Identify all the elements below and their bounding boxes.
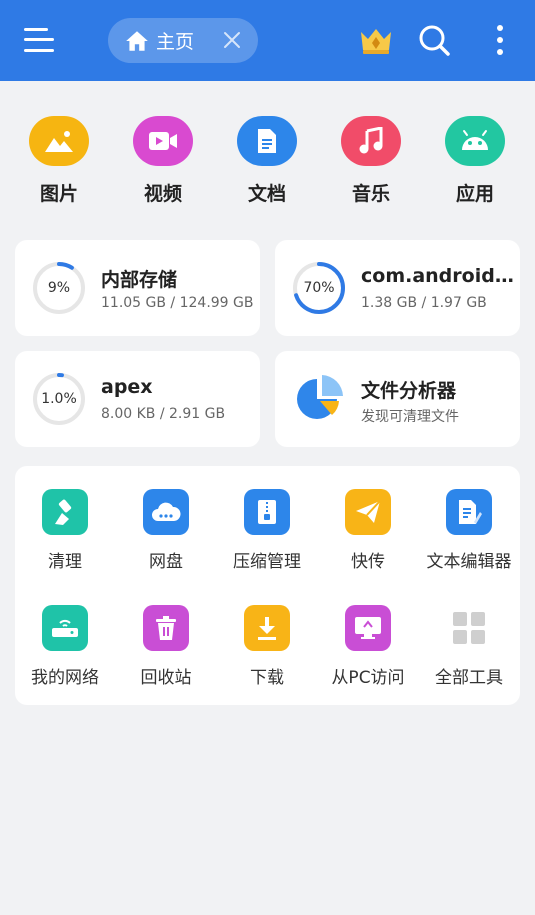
tool-label: 清理	[48, 552, 82, 572]
storage-title: com.android.me...	[361, 265, 517, 287]
send-icon	[345, 489, 391, 535]
tool-all-tools[interactable]: 全部工具	[414, 605, 524, 688]
tool-clean[interactable]: 清理	[10, 489, 120, 572]
zip-icon	[244, 489, 290, 535]
storage-size: 11.05 GB / 124.99 GB	[101, 295, 254, 311]
download-icon	[244, 605, 290, 651]
storage-size: 8.00 KB / 2.91 GB	[101, 406, 226, 422]
storage-title: 内部存储	[101, 269, 178, 291]
menu-icon[interactable]	[24, 25, 58, 55]
tool-label: 压缩管理	[233, 552, 301, 572]
tool-label: 从PC访问	[331, 668, 405, 688]
category-label: 应用	[455, 183, 494, 205]
trash-icon	[143, 605, 189, 651]
category-apps[interactable]: 应用	[430, 112, 520, 206]
category-images[interactable]: 图片	[14, 112, 104, 206]
tool-pc-access[interactable]: 从PC访问	[313, 605, 423, 688]
category-label: 图片	[39, 183, 78, 205]
storage-percent: 70%	[303, 280, 335, 296]
tool-download[interactable]: 下载	[212, 605, 322, 688]
tool-label: 全部工具	[435, 668, 503, 688]
video-icon	[133, 116, 193, 166]
router-icon	[42, 605, 88, 651]
broom-icon	[42, 489, 88, 535]
search-icon[interactable]	[414, 20, 454, 60]
tool-label: 网盘	[149, 552, 183, 572]
storage-size: 1.38 GB / 1.97 GB	[361, 295, 487, 311]
tool-label: 下载	[250, 668, 284, 688]
tool-label: 快传	[351, 552, 385, 572]
category-documents[interactable]: 文档	[222, 112, 312, 206]
text-editor-icon	[446, 489, 492, 535]
storage-percent: 9%	[47, 280, 71, 296]
image-icon	[29, 116, 89, 166]
pie-chart-icon	[297, 375, 343, 419]
category-music[interactable]: 音乐	[326, 112, 416, 206]
tool-recycle-bin[interactable]: 回收站	[111, 605, 221, 688]
tool-label: 文本编辑器	[426, 552, 512, 572]
tool-quick-send[interactable]: 快传	[313, 489, 423, 572]
category-label: 文档	[247, 183, 286, 205]
tool-text-editor[interactable]: 文本编辑器	[414, 489, 524, 572]
pc-access-icon	[345, 605, 391, 651]
music-icon	[341, 116, 401, 166]
android-icon	[445, 116, 505, 166]
tab-home-label: 主页	[156, 31, 195, 53]
storage-title: apex	[101, 376, 153, 398]
storage-card-media[interactable]: 70% com.android.me... 1.38 GB / 1.97 GB	[275, 240, 520, 336]
file-analyzer-card[interactable]: 文件分析器 发现可清理文件	[275, 351, 520, 447]
analyzer-title: 文件分析器	[361, 380, 457, 402]
home-icon	[126, 30, 148, 51]
tool-label: 我的网络	[31, 668, 99, 688]
top-app-bar: 主页	[0, 0, 535, 81]
cloud-icon	[143, 489, 189, 535]
tools-panel: 清理 网盘 压缩管理 快传 文本编辑器 我的网络 回收站 下载 从PC访问 全部…	[15, 466, 520, 705]
storage-percent: 1.0%	[41, 391, 77, 407]
tool-zip[interactable]: 压缩管理	[212, 489, 322, 572]
category-row: 图片 视频 文档 音乐 应用	[0, 112, 535, 212]
tool-cloud[interactable]: 网盘	[111, 489, 221, 572]
category-label: 音乐	[351, 183, 390, 205]
more-vertical-icon[interactable]	[480, 20, 520, 60]
category-videos[interactable]: 视频	[118, 112, 208, 206]
tool-my-network[interactable]: 我的网络	[10, 605, 120, 688]
grid-icon	[446, 605, 492, 651]
storage-card-internal[interactable]: 9% 内部存储 11.05 GB / 124.99 GB	[15, 240, 260, 336]
tool-label: 回收站	[140, 668, 192, 688]
category-label: 视频	[143, 183, 182, 205]
crown-icon[interactable]	[356, 20, 396, 60]
storage-card-apex[interactable]: 1.0% apex 8.00 KB / 2.91 GB	[15, 351, 260, 447]
analyzer-subtitle: 发现可清理文件	[361, 409, 459, 425]
close-icon[interactable]	[222, 30, 242, 50]
tab-home[interactable]: 主页	[108, 18, 258, 63]
document-icon	[237, 116, 297, 166]
